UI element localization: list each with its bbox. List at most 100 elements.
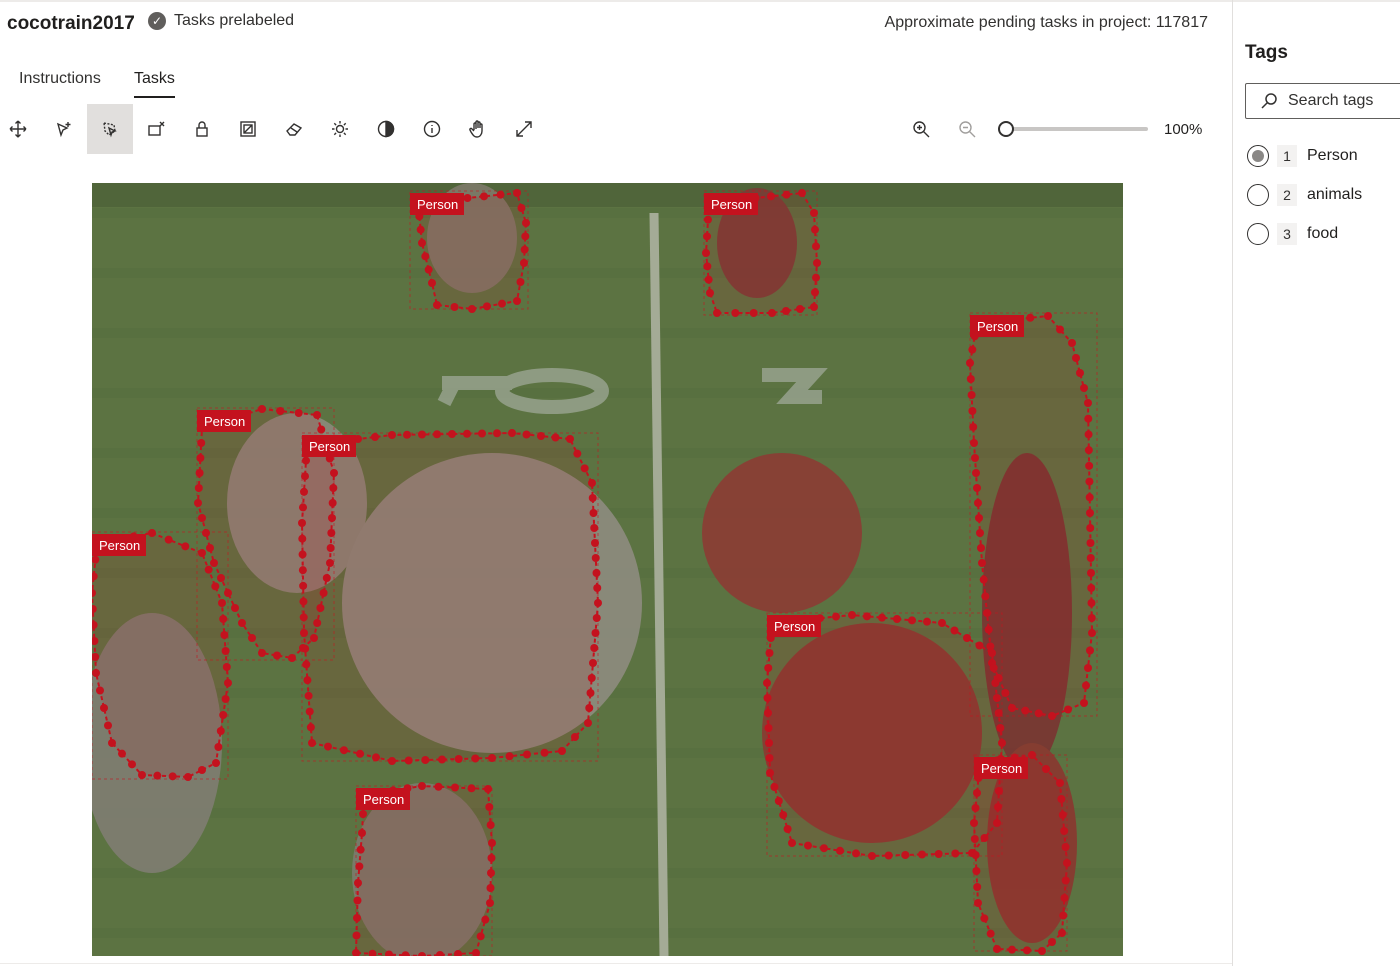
polygon-vertex-handle[interactable]: [219, 711, 228, 719]
tab-tasks[interactable]: Tasks: [134, 70, 175, 98]
polygon-vertex-handle[interactable]: [222, 663, 231, 671]
polygon-vertex-handle[interactable]: [313, 411, 321, 419]
polygon-vertex-handle[interactable]: [523, 750, 531, 759]
polygon-vertex-handle[interactable]: [589, 659, 597, 667]
polygon-vertex-handle[interactable]: [1061, 843, 1070, 851]
polygon-vertex-handle[interactable]: [231, 604, 239, 612]
tab-instructions[interactable]: Instructions: [19, 70, 101, 96]
polygon-vertex-handle[interactable]: [804, 841, 812, 850]
polygon-vertex-handle[interactable]: [304, 691, 313, 700]
polygon-vertex-handle[interactable]: [973, 883, 982, 891]
image-canvas[interactable]: Person Person Person Person Person Person Pers…: [92, 183, 1123, 956]
tag-search-input[interactable]: [1286, 91, 1400, 111]
polygon-vertex-handle[interactable]: [537, 432, 545, 440]
polygon-vertex-handle[interactable]: [970, 439, 978, 447]
polygon-vertex-handle[interactable]: [416, 225, 425, 234]
polygon-vertex-handle[interactable]: [980, 914, 989, 923]
polygon-vertex-handle[interactable]: [978, 559, 986, 567]
polygon-vertex-handle[interactable]: [483, 302, 491, 311]
polygon-vertex-handle[interactable]: [298, 550, 307, 559]
polygon-vertex-handle[interactable]: [202, 529, 210, 537]
polygon-vertex-handle[interactable]: [731, 309, 740, 317]
polygon-vertex-handle[interactable]: [1087, 599, 1096, 607]
polygon-vertex-handle[interactable]: [976, 529, 984, 537]
polygon-vertex-handle[interactable]: [566, 435, 574, 443]
polygon-vertex-handle[interactable]: [979, 575, 988, 584]
zoom-in-button[interactable]: [906, 114, 936, 144]
polygon-vertex-handle[interactable]: [770, 783, 779, 791]
polygon-vertex-handle[interactable]: [1082, 681, 1090, 690]
polygon-vertex-handle[interactable]: [788, 839, 796, 847]
polygon-vertex-handle[interactable]: [973, 789, 981, 797]
polygon-vertex-handle[interactable]: [488, 754, 496, 762]
polygon-vertex-handle[interactable]: [520, 245, 529, 254]
polygon-vertex-handle[interactable]: [498, 299, 506, 308]
polygon-vertex-handle[interactable]: [591, 539, 599, 547]
polygon-vertex-handle[interactable]: [388, 431, 396, 439]
polygon-vertex-handle[interactable]: [294, 409, 303, 417]
polygon-vertex-handle[interactable]: [211, 582, 220, 591]
polygon-vertex-handle[interactable]: [812, 242, 820, 251]
polygon-vertex-handle[interactable]: [1086, 554, 1095, 562]
polygon-vertex-handle[interactable]: [593, 584, 602, 592]
polygon-vertex-handle[interactable]: [486, 884, 495, 892]
polygon-vertex-handle[interactable]: [306, 723, 315, 732]
polygon-vertex-handle[interactable]: [868, 852, 876, 860]
polygon-vertex-handle[interactable]: [356, 845, 365, 854]
polygon-vertex-handle[interactable]: [300, 629, 308, 637]
polygon-vertex-handle[interactable]: [212, 759, 220, 767]
polygon-vertex-handle[interactable]: [197, 439, 206, 447]
polygon-vertex-handle[interactable]: [258, 405, 266, 413]
polygon-vertex-handle[interactable]: [1060, 894, 1069, 902]
pan-tool-button[interactable]: [455, 104, 501, 154]
remove-region-tool-button[interactable]: [133, 104, 179, 154]
polygon-vertex-handle[interactable]: [224, 679, 232, 687]
tag-search-box[interactable]: [1245, 83, 1400, 119]
polygon-vertex-handle[interactable]: [194, 484, 203, 492]
polygon-vertex-handle[interactable]: [418, 430, 426, 439]
polygon-vertex-handle[interactable]: [355, 862, 364, 871]
tag-food[interactable]: 3 food: [1247, 220, 1338, 248]
polygon-vertex-handle[interactable]: [588, 494, 597, 502]
polygon-vertex-handle[interactable]: [765, 754, 774, 762]
polygon-vertex-handle[interactable]: [298, 566, 307, 575]
polygon-vertex-handle[interactable]: [1008, 704, 1016, 712]
polygon-vertex-handle[interactable]: [153, 771, 162, 780]
polygon-vertex-handle[interactable]: [258, 649, 266, 657]
polygon-vertex-handle[interactable]: [893, 615, 901, 623]
polygon-vertex-handle[interactable]: [478, 429, 486, 438]
polygon-vertex-handle[interactable]: [1058, 929, 1066, 937]
contrast-tool-button[interactable]: [363, 104, 409, 154]
polygon-vertex-handle[interactable]: [1038, 947, 1046, 955]
polygon-vertex-handle[interactable]: [1085, 477, 1094, 486]
polygon-vertex-handle[interactable]: [988, 649, 996, 657]
polygon-vertex-handle[interactable]: [971, 454, 979, 462]
polygon-vertex-handle[interactable]: [1084, 399, 1092, 407]
polygon-vertex-handle[interactable]: [1048, 712, 1056, 720]
polygon-vertex-handle[interactable]: [551, 433, 560, 442]
polygon-vertex-handle[interactable]: [164, 535, 173, 544]
polygon-vertex-handle[interactable]: [703, 262, 712, 271]
polygon-vertex-handle[interactable]: [908, 616, 916, 625]
polygon-vertex-handle[interactable]: [92, 669, 100, 677]
polygon-vertex-handle[interactable]: [1086, 646, 1094, 655]
polygon-vertex-handle[interactable]: [210, 559, 218, 567]
region-overlap-tool-button[interactable]: [225, 104, 271, 154]
polygon-vertex-handle[interactable]: [214, 743, 223, 751]
polygon-vertex-handle[interactable]: [513, 189, 521, 197]
polygon-vertex-handle[interactable]: [198, 514, 206, 522]
polygon-vertex-handle[interactable]: [1001, 689, 1010, 697]
polygon-vertex-handle[interactable]: [520, 259, 528, 267]
polygon-vertex-handle[interactable]: [765, 649, 774, 657]
person-region-polygon[interactable]: [972, 753, 1069, 953]
polygon-vertex-handle[interactable]: [764, 664, 773, 672]
polygon-vertex-handle[interactable]: [471, 754, 480, 763]
polygon-vertex-handle[interactable]: [703, 232, 711, 241]
polygon-vertex-handle[interactable]: [584, 719, 592, 727]
polygon-vertex-handle[interactable]: [779, 811, 788, 819]
polygon-vertex-handle[interactable]: [522, 219, 530, 227]
polygon-vertex-handle[interactable]: [984, 625, 993, 634]
tag-radio[interactable]: [1247, 184, 1269, 206]
polygon-vertex-handle[interactable]: [340, 746, 348, 755]
polygon-vertex-handle[interactable]: [993, 694, 1001, 702]
